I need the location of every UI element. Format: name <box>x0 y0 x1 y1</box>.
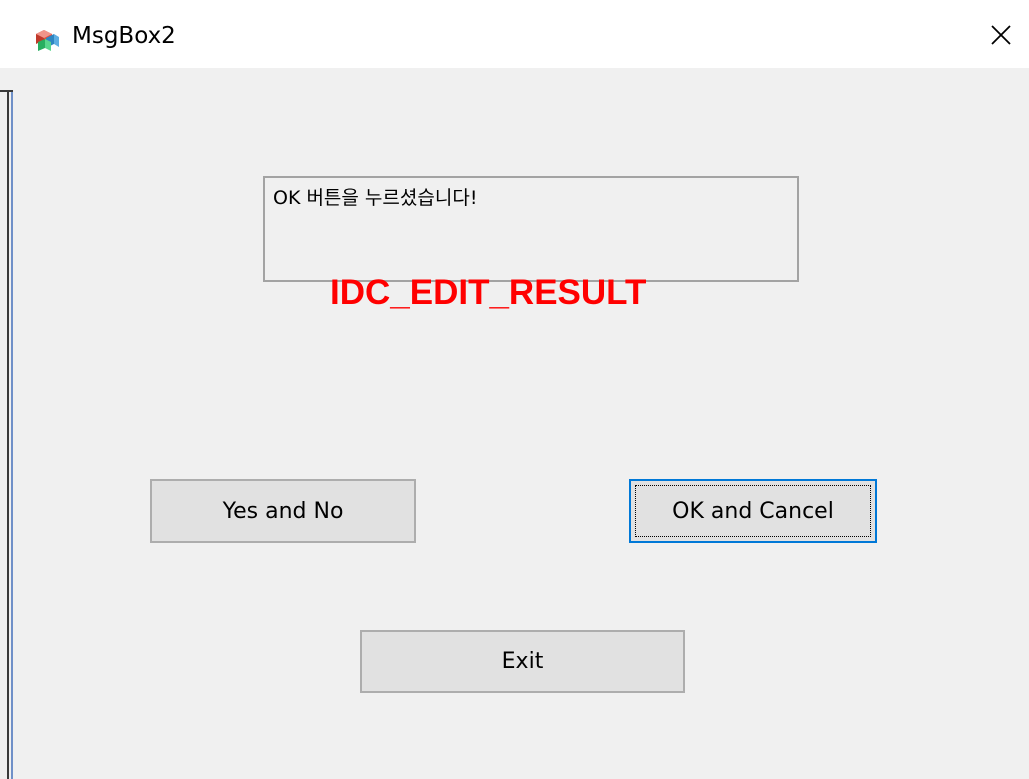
msgbox2-dialog: MsgBox2 OK 버튼을 누르셨습니다! IDC_EDIT_RESULT Y… <box>0 0 1029 779</box>
window-title: MsgBox2 <box>72 23 176 49</box>
control-id-annotation: IDC_EDIT_RESULT <box>330 273 647 312</box>
yes-and-no-button[interactable]: Yes and No <box>150 479 416 543</box>
edge-divider <box>7 92 9 779</box>
exit-label: Exit <box>501 649 544 674</box>
yes-and-no-label: Yes and No <box>222 498 344 524</box>
ok-and-cancel-label: OK and Cancel <box>672 498 834 524</box>
result-text: OK 버튼을 누르셨습니다! <box>273 187 478 209</box>
title-bar[interactable]: MsgBox2 <box>0 0 1029 68</box>
result-edit-box[interactable]: OK 버튼을 누르셨습니다! <box>263 176 799 282</box>
app-icon <box>32 24 60 52</box>
ok-and-cancel-button[interactable]: OK and Cancel <box>629 479 877 543</box>
edge-divider <box>11 92 13 779</box>
close-button[interactable] <box>972 8 1029 62</box>
exit-button[interactable]: Exit <box>360 630 685 693</box>
close-icon <box>990 24 1012 46</box>
